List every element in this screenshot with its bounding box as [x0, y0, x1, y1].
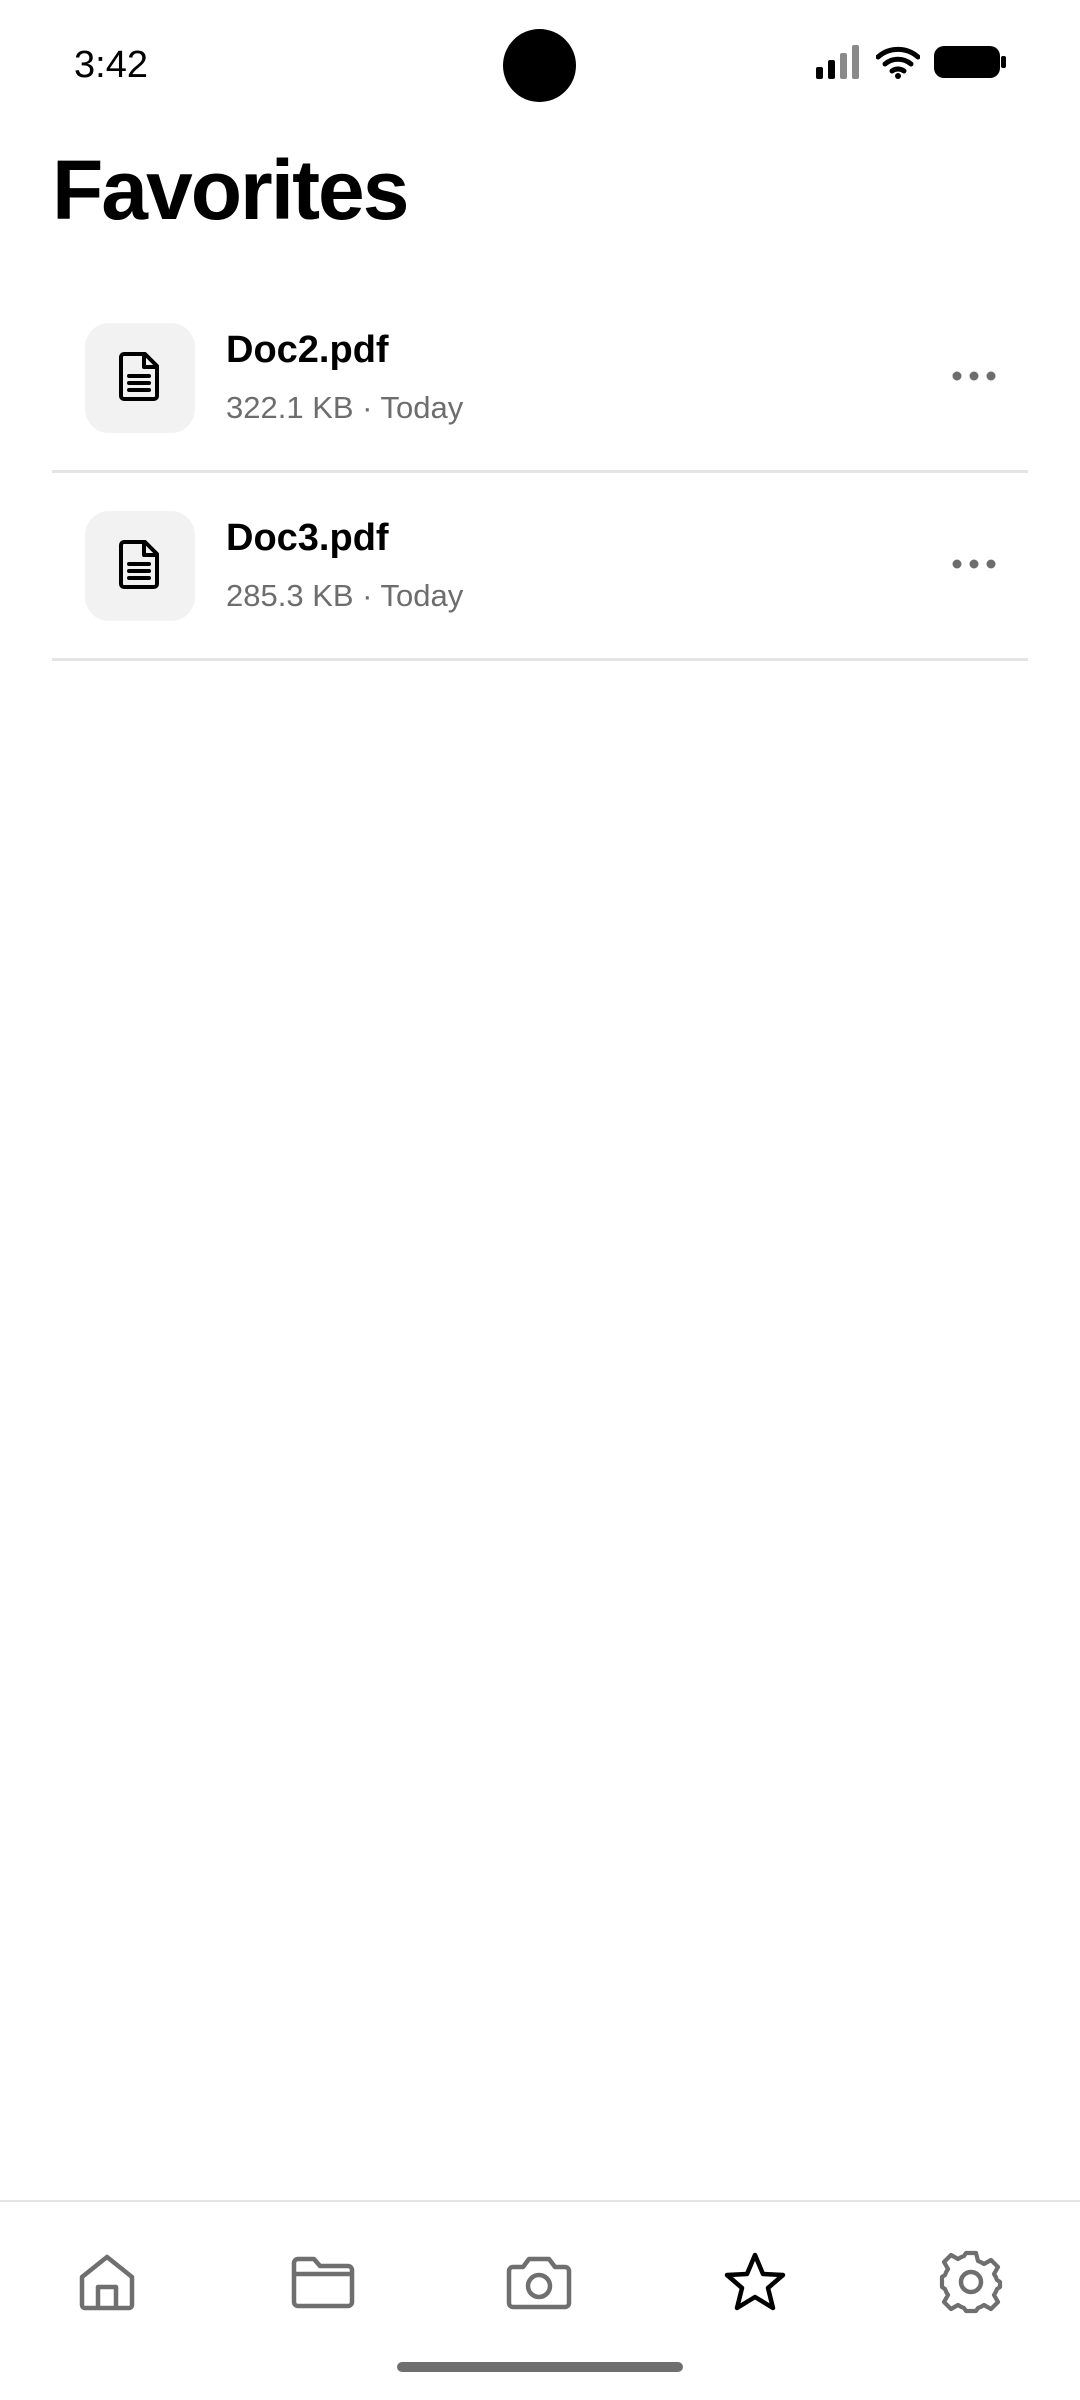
- signal-icon: [816, 44, 862, 84]
- nav-home[interactable]: [57, 2234, 157, 2334]
- file-name: Doc3.pdf: [226, 517, 389, 559]
- camera-cutout: [503, 29, 576, 102]
- wifi-icon: [875, 45, 921, 84]
- home-icon: [76, 2251, 138, 2318]
- status-bar: 3:42: [0, 0, 1080, 130]
- more-horizontal-icon: [952, 556, 996, 574]
- nav-settings[interactable]: [921, 2234, 1021, 2334]
- status-time: 3:42: [74, 44, 148, 86]
- page-title: Favorites: [52, 143, 409, 237]
- file-meta: 285.3 KB · Today: [226, 578, 464, 613]
- file-thumbnail: [85, 323, 195, 433]
- nav-files[interactable]: [273, 2234, 373, 2334]
- star-icon: [723, 2251, 787, 2318]
- more-options-button[interactable]: [944, 351, 1004, 403]
- file-row[interactable]: Doc3.pdf 285.3 KB · Today: [52, 473, 1028, 661]
- nav-favorites[interactable]: [705, 2234, 805, 2334]
- file-row[interactable]: Doc2.pdf 322.1 KB · Today: [52, 285, 1028, 473]
- gear-icon: [938, 2249, 1004, 2320]
- file-meta: 322.1 KB · Today: [226, 390, 464, 425]
- more-options-button[interactable]: [944, 539, 1004, 591]
- status-icons: [816, 44, 1006, 84]
- file-list: Doc2.pdf 322.1 KB · Today Doc3.pdf 285.3…: [52, 285, 1028, 661]
- file-name: Doc2.pdf: [226, 329, 389, 371]
- home-indicator[interactable]: [397, 2362, 683, 2372]
- folder-icon: [290, 2253, 356, 2316]
- document-icon: [118, 351, 162, 406]
- nav-camera[interactable]: [489, 2234, 589, 2334]
- battery-icon: [934, 45, 1006, 84]
- file-thumbnail: [85, 511, 195, 621]
- more-horizontal-icon: [952, 368, 996, 386]
- camera-icon: [505, 2253, 573, 2316]
- document-icon: [118, 539, 162, 594]
